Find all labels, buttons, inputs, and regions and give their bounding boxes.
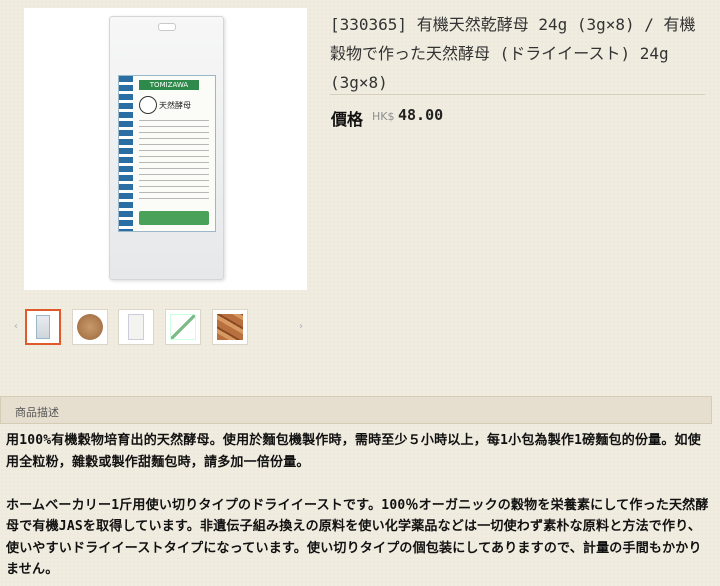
thumbnail-packet-front[interactable] [25,309,61,345]
package-product-name: 天然酵母 [159,101,191,110]
product-main-image[interactable]: TOMIZAWA 天然酵母 [24,8,307,290]
packet-thumb-art [36,315,50,339]
packet-back-thumb-art [128,314,144,340]
gallery-prev-arrow[interactable]: ‹ [14,321,18,332]
price-label: 價格 [331,110,364,129]
title-divider [330,94,705,95]
description-header: 商品描述 [0,396,712,424]
price-currency: HK$ [372,110,395,123]
label-fine-print [139,120,209,200]
product-description: 用100%有機穀物培育出的天然酵母。使用於麵包機製作時，需時至少５小時以上，每1… [6,430,714,581]
powder-thumb-art [77,314,103,340]
product-title: [330365] 有機天然乾酵母 24g (3g×8) / 有機穀物で作った天然… [330,15,696,92]
label-stripe [119,76,133,231]
price-value: 48.00 [398,106,444,124]
thumbnail-gallery: ‹ › [14,309,314,349]
thumbnail-sachets[interactable] [165,309,201,345]
label-green-band [139,211,209,225]
bread-thumb-art [217,314,243,340]
gallery-next-arrow[interactable]: › [299,321,303,332]
sachets-thumb-art [170,314,196,340]
thumbnail-yeast-powder[interactable] [72,309,108,345]
thumbnail-bread[interactable] [212,309,248,345]
brand-logo: TOMIZAWA [139,80,199,90]
packet-hanger-hole [158,23,176,31]
organic-jas-logo-icon [139,96,157,114]
yeast-packet-image: TOMIZAWA 天然酵母 [109,16,224,280]
description-paragraph-chinese: 用100%有機穀物培育出的天然酵母。使用於麵包機製作時，需時至少５小時以上，每1… [6,433,701,470]
description-paragraph-japanese: ホームベーカリー1斤用使い切りタイプのドライイーストです。100％オーガニックの… [6,497,709,578]
packet-label: TOMIZAWA 天然酵母 [118,75,216,232]
thumbnail-packet-back[interactable] [118,309,154,345]
description-header-label: 商品描述 [15,406,59,419]
